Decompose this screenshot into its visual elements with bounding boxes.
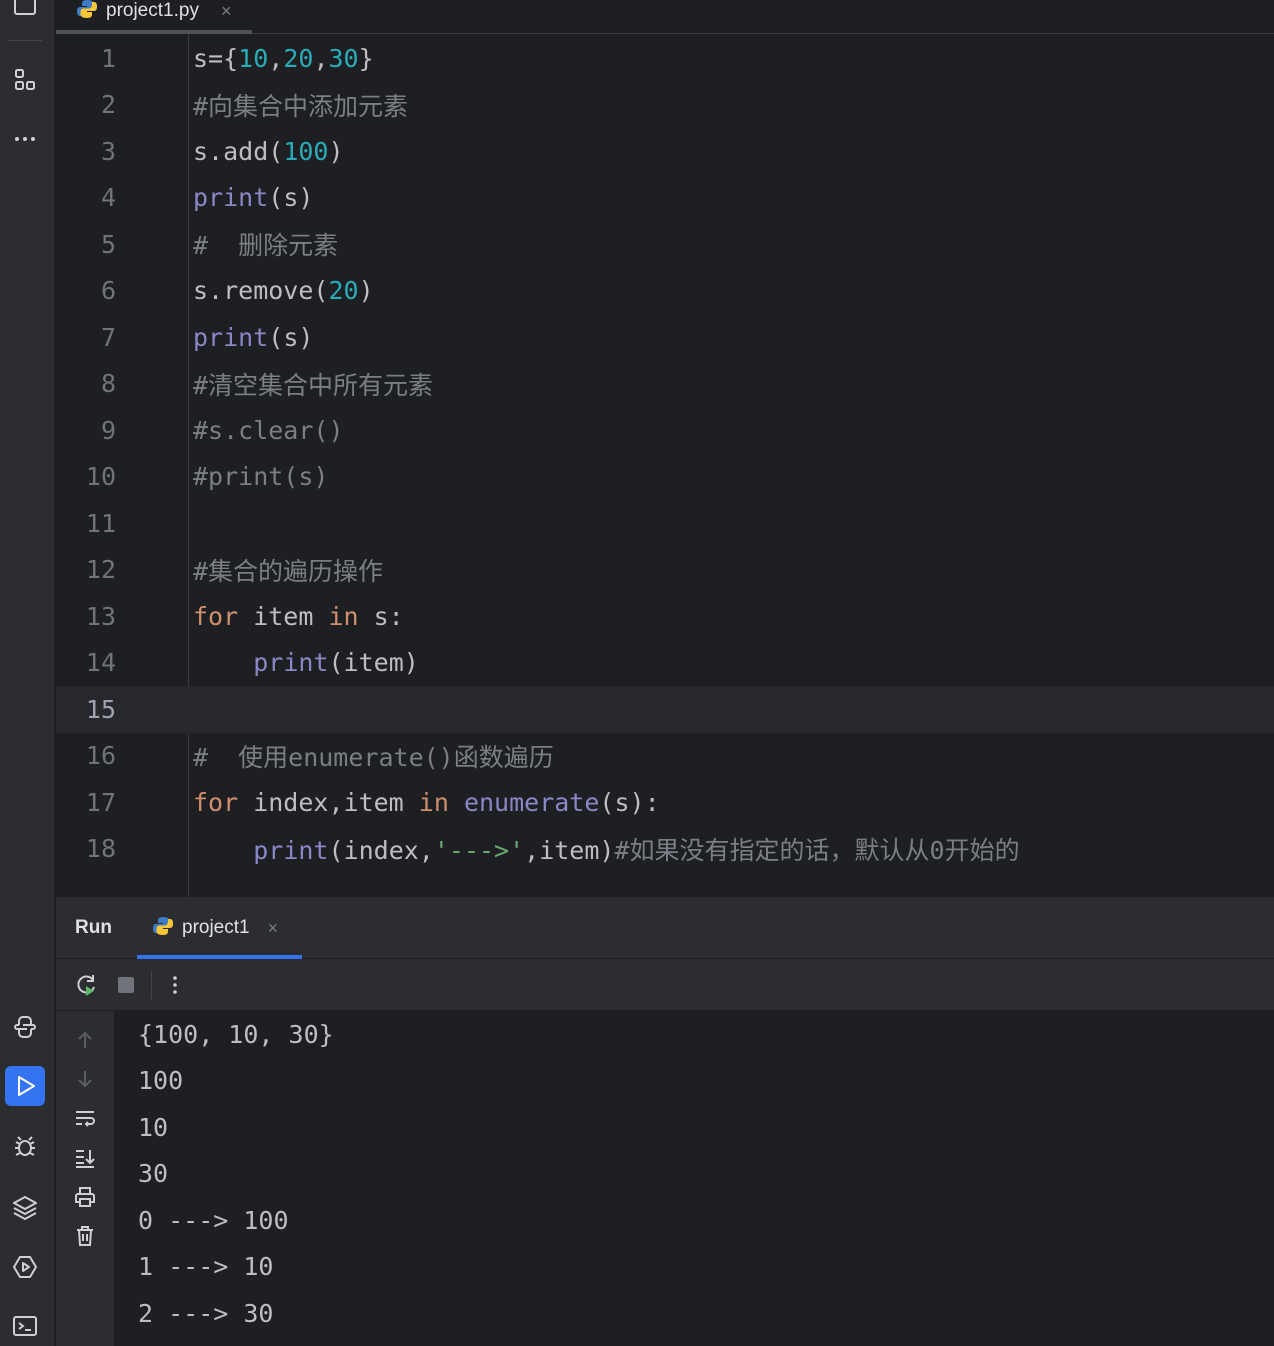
code-line: 8 #清空集合中所有元素 <box>56 361 1274 408</box>
line-number: 12 <box>85 555 116 585</box>
run-toolbar <box>56 959 1274 1011</box>
trash-icon[interactable] <box>72 1223 98 1249</box>
line-number: 13 <box>85 601 116 631</box>
code-line: 11 <box>56 500 1274 547</box>
code-line: 9 #s.clear() <box>56 407 1274 454</box>
output-line: {100, 10, 30} <box>138 1019 334 1049</box>
code-text: # 使用enumerate()函数遍历 <box>193 742 554 772</box>
run-panel-title: Run <box>75 917 112 938</box>
more-icon[interactable] <box>5 119 45 159</box>
scroll-down-icon[interactable] <box>72 1066 98 1092</box>
code-line: 5 # 删除元素 <box>56 221 1274 268</box>
active-tab-indicator <box>56 30 252 34</box>
code-line: 16 # 使用enumerate()函数遍历 <box>56 733 1274 780</box>
services-icon[interactable] <box>5 1247 45 1287</box>
project-icon[interactable] <box>5 0 45 26</box>
code-line: 12 #集合的遍历操作 <box>56 547 1274 594</box>
scroll-up-icon[interactable] <box>72 1027 98 1053</box>
line-number: 4 <box>100 183 116 213</box>
code-line: 6 s.remove(20) <box>56 268 1274 315</box>
soft-wrap-icon[interactable] <box>72 1106 98 1132</box>
line-number: 6 <box>100 276 116 306</box>
output-line: 0 ---> 100 <box>138 1205 289 1235</box>
python-file-icon <box>152 915 174 941</box>
run-panel: Run project1 × {100, 10, 30} 100 10 30 0… <box>56 897 1274 1346</box>
debug-icon[interactable] <box>5 1126 45 1166</box>
scroll-to-end-icon[interactable] <box>72 1145 98 1171</box>
activity-bar <box>0 0 55 1346</box>
output-line: 100 <box>138 1066 184 1096</box>
code-line: 7 print(s) <box>56 314 1274 361</box>
structure-icon[interactable] <box>5 60 45 100</box>
run-panel-header: Run project1 × <box>56 897 1274 959</box>
code-text: # 删除元素 <box>193 231 339 261</box>
line-number: 1 <box>100 43 116 73</box>
toolbar-separator <box>151 971 152 999</box>
run-icon[interactable] <box>5 1066 45 1106</box>
activity-separator <box>8 40 42 41</box>
line-number: 15 <box>85 694 116 724</box>
terminal-icon[interactable] <box>5 1306 45 1346</box>
code-line: 17 for index,item in enumerate(s): <box>56 779 1274 826</box>
code-text: #清空集合中所有元素 <box>193 370 434 400</box>
tab-label: project1.py <box>106 0 199 21</box>
code-text: #print(s) <box>193 462 329 492</box>
code-text: for item in s: <box>193 601 404 631</box>
layers-icon[interactable] <box>5 1187 45 1227</box>
code-line: 13 for item in s: <box>56 593 1274 640</box>
code-line: 14 print(item) <box>56 640 1274 687</box>
code-text: #集合的遍历操作 <box>193 556 384 586</box>
line-number: 3 <box>100 136 116 166</box>
line-number: 10 <box>85 462 116 492</box>
run-tab-project1[interactable]: project1 × <box>152 915 278 941</box>
code-line: 10 #print(s) <box>56 454 1274 501</box>
code-line: 2 #向集合中添加元素 <box>56 82 1274 129</box>
line-number: 16 <box>85 741 116 771</box>
line-number: 17 <box>85 787 116 817</box>
tab-close-icon[interactable]: × <box>221 1 232 22</box>
tab-project1-py[interactable]: project1.py × <box>56 0 252 34</box>
code-text: #向集合中添加元素 <box>193 91 409 121</box>
output-line: 10 <box>138 1112 169 1142</box>
line-number: 11 <box>85 508 116 538</box>
code-text: s={10,20,30} <box>193 43 374 73</box>
line-number: 7 <box>100 322 116 352</box>
rerun-icon[interactable] <box>72 971 100 999</box>
current-code-line[interactable]: 15 <box>56 686 1274 733</box>
code-text: print(item) <box>253 648 419 678</box>
code-text: print(index,'--->',item)#如果没有指定的话，默认从0开始… <box>253 835 1020 865</box>
code-line: 1 s={10,20,30} <box>56 35 1274 82</box>
line-number: 8 <box>100 369 116 399</box>
run-tab-label: project1 <box>182 917 250 938</box>
code-editor[interactable]: project1.py × 1 s={10,20,30} 2 #向集合中添加元素… <box>56 0 1274 897</box>
python-console-icon[interactable] <box>5 1007 45 1047</box>
code-text: for index,item in enumerate(s): <box>193 787 660 817</box>
editor-tab-bar: project1.py × <box>56 0 1274 34</box>
line-number: 5 <box>100 229 116 259</box>
line-number: 14 <box>85 648 116 678</box>
run-tab-close-icon[interactable]: × <box>268 918 279 939</box>
code-line: 3 s.add(100) <box>56 128 1274 175</box>
print-icon[interactable] <box>72 1184 98 1210</box>
code-text: s.remove(20) <box>193 276 374 306</box>
code-text: #s.clear() <box>193 415 344 445</box>
output-line: 2 ---> 30 <box>138 1298 274 1328</box>
line-number: 18 <box>85 834 116 864</box>
output-line: 1 ---> 10 <box>138 1252 274 1282</box>
line-number: 9 <box>100 415 116 445</box>
python-file-icon <box>76 0 98 24</box>
output-line: 30 <box>138 1159 169 1189</box>
options-icon[interactable] <box>161 971 189 999</box>
line-number: 2 <box>100 90 116 120</box>
console-output[interactable]: {100, 10, 30} 100 10 30 0 ---> 100 1 ---… <box>138 1011 1238 1337</box>
stop-icon[interactable] <box>112 971 140 999</box>
code-text: print(s) <box>193 183 314 213</box>
run-side-toolbar <box>56 1011 114 1346</box>
code-lines: 1 s={10,20,30} 2 #向集合中添加元素 3 s.add(100) … <box>56 35 1274 872</box>
code-line: 18 print(index,'--->',item)#如果没有指定的话，默认从… <box>56 826 1274 873</box>
code-text: print(s) <box>193 322 314 352</box>
code-line: 4 print(s) <box>56 175 1274 222</box>
code-text: s.add(100) <box>193 136 344 166</box>
